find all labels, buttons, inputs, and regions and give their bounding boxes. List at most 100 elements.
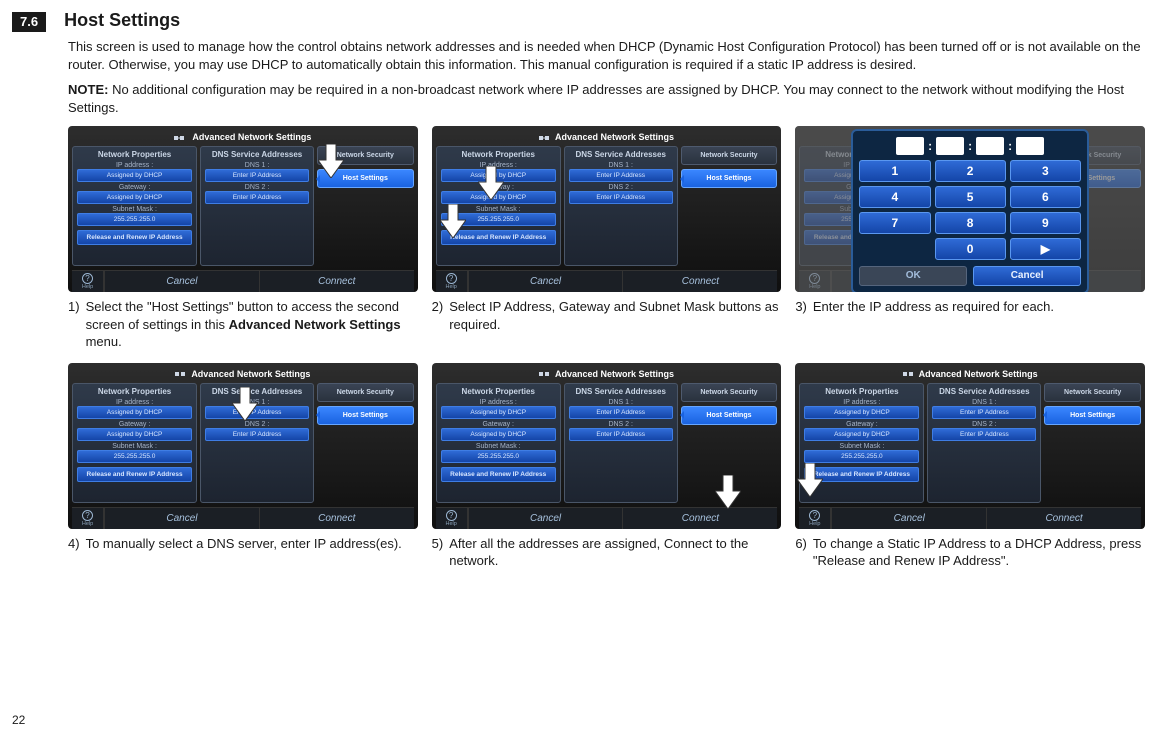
steps-grid: Advanced Network Settings Network Proper… <box>68 126 1145 570</box>
thumb-bottom-bar: ?Help Cancel Connect <box>72 270 414 292</box>
connect-button[interactable]: Connect <box>259 508 414 529</box>
key-4[interactable]: 4 <box>859 186 930 208</box>
release-renew-button[interactable]: Release and Renew IP Address <box>441 467 556 482</box>
connect-button[interactable]: Connect <box>622 508 777 529</box>
callout-arrow <box>440 204 466 238</box>
step-4: Advanced Network Settings Network Proper… <box>68 363 418 570</box>
gateway-field[interactable]: Assigned by DHCP <box>77 428 192 441</box>
key-9[interactable]: 9 <box>1010 212 1081 234</box>
callout-arrow <box>797 463 823 497</box>
thumb-5: Advanced Network Settings Network Proper… <box>432 363 782 529</box>
gateway-field[interactable]: Assigned by DHCP <box>77 191 192 204</box>
dns1-field[interactable]: Enter IP Address <box>569 406 673 419</box>
dns1-field[interactable]: Enter IP Address <box>569 169 673 182</box>
key-8[interactable]: 8 <box>935 212 1006 234</box>
caption-3: 3) Enter the IP address as required for … <box>795 298 1145 316</box>
step-6: Advanced Network Settings Network Proper… <box>795 363 1145 570</box>
cancel-button[interactable]: Cancel <box>831 508 986 529</box>
release-renew-button[interactable]: Release and Renew IP Address <box>77 467 192 482</box>
help-button[interactable]: ?Help <box>436 271 468 292</box>
subnet-field[interactable]: 255.255.255.0 <box>77 213 192 226</box>
label: Gateway : <box>77 184 192 191</box>
thumb-1: Advanced Network Settings Network Proper… <box>68 126 418 292</box>
label: IP address : <box>77 162 192 169</box>
key-5[interactable]: 5 <box>935 186 1006 208</box>
page-title: Host Settings <box>64 10 180 31</box>
thumb-title: Advanced Network Settings <box>72 132 414 142</box>
note-body: No additional configuration may be requi… <box>68 82 1124 115</box>
key-1[interactable]: 1 <box>859 160 930 182</box>
ip-octet-field[interactable] <box>976 137 1004 155</box>
panel-network-properties: Network Properties IP address : Assigned… <box>72 146 197 266</box>
connect-button[interactable]: Connect <box>259 271 414 292</box>
step-3: Advanced Network Settings Network Proper… <box>795 126 1145 351</box>
tab-host-settings[interactable]: Host Settings <box>317 406 414 425</box>
key-0[interactable]: 0 <box>935 238 1006 260</box>
tab-network-security[interactable]: Network Security <box>681 146 778 165</box>
caption-6: 6) To change a Static IP Address to a DH… <box>795 535 1145 570</box>
caption-4: 4) To manually select a DNS server, ente… <box>68 535 418 553</box>
gateway-field[interactable]: Assigned by DHCP <box>804 428 919 441</box>
dns2-field[interactable]: Enter IP Address <box>205 191 309 204</box>
callout-arrow <box>232 387 258 421</box>
callout-arrow <box>318 144 344 178</box>
help-button[interactable]: ?Help <box>799 508 831 529</box>
dns2-field[interactable]: Enter IP Address <box>932 428 1036 441</box>
ip-field[interactable]: Assigned by DHCP <box>441 406 556 419</box>
dns2-field[interactable]: Enter IP Address <box>569 191 673 204</box>
connect-button[interactable]: Connect <box>986 508 1141 529</box>
ip-field[interactable]: Assigned by DHCP <box>77 406 192 419</box>
ip-octet-field[interactable] <box>1016 137 1044 155</box>
note-text: NOTE: No additional configuration may be… <box>68 81 1145 116</box>
ip-field[interactable]: Assigned by DHCP <box>804 406 919 419</box>
help-button[interactable]: ?Help <box>436 508 468 529</box>
key-7[interactable]: 7 <box>859 212 930 234</box>
subnet-field[interactable]: 255.255.255.0 <box>441 450 556 463</box>
tab-host-settings[interactable]: Host Settings <box>681 406 778 425</box>
ip-octet-field[interactable] <box>936 137 964 155</box>
dns1-field[interactable]: Enter IP Address <box>205 169 309 182</box>
dns2-field[interactable]: Enter IP Address <box>569 428 673 441</box>
thumb-6: Advanced Network Settings Network Proper… <box>795 363 1145 529</box>
keypad-ok-button[interactable]: OK <box>859 266 967 286</box>
dns2-field[interactable]: Enter IP Address <box>205 428 309 441</box>
caption-1: 1) Select the "Host Settings" button to … <box>68 298 418 351</box>
keypad-cancel-button[interactable]: Cancel <box>973 266 1081 286</box>
subnet-field[interactable]: 255.255.255.0 <box>77 450 192 463</box>
thumb-4: Advanced Network Settings Network Proper… <box>68 363 418 529</box>
connect-button[interactable]: Connect <box>622 271 777 292</box>
caption-2: 2) Select IP Address, Gateway and Subnet… <box>432 298 782 333</box>
key-6[interactable]: 6 <box>1010 186 1081 208</box>
label: DNS 2 : <box>205 184 309 191</box>
panel-header: Network Properties <box>77 150 192 159</box>
gateway-field[interactable]: Assigned by DHCP <box>441 428 556 441</box>
help-button[interactable]: ?Help <box>72 508 104 529</box>
label: Subnet Mask : <box>77 206 192 213</box>
tab-network-security[interactable]: Network Security <box>1044 383 1141 402</box>
cancel-button[interactable]: Cancel <box>104 508 259 529</box>
tab-host-settings[interactable]: Host Settings <box>1044 406 1141 425</box>
dns1-field[interactable]: Enter IP Address <box>932 406 1036 419</box>
key-next[interactable]: ▶ <box>1010 238 1081 260</box>
cancel-button[interactable]: Cancel <box>104 271 259 292</box>
tab-network-security[interactable]: Network Security <box>681 383 778 402</box>
thumb-3: Advanced Network Settings Network Proper… <box>795 126 1145 292</box>
subnet-field[interactable]: 255.255.255.0 <box>804 450 919 463</box>
panel-dns: DNS Service Addresses DNS 1 : Enter IP A… <box>200 146 314 266</box>
help-button[interactable]: ?Help <box>72 271 104 292</box>
panel-header: DNS Service Addresses <box>205 150 309 159</box>
key-2[interactable]: 2 <box>935 160 1006 182</box>
cancel-button[interactable]: Cancel <box>468 508 623 529</box>
thumb-2: Advanced Network Settings Network Proper… <box>432 126 782 292</box>
key-3[interactable]: 3 <box>1010 160 1081 182</box>
cancel-button[interactable]: Cancel <box>468 271 623 292</box>
step-1: Advanced Network Settings Network Proper… <box>68 126 418 351</box>
release-renew-button[interactable]: Release and Renew IP Address <box>77 230 192 245</box>
tab-host-settings[interactable]: Host Settings <box>681 169 778 188</box>
note-label: NOTE: <box>68 82 108 97</box>
intro-text: This screen is used to manage how the co… <box>68 38 1145 73</box>
tab-network-security[interactable]: Network Security <box>317 383 414 402</box>
label: DNS 1 : <box>205 162 309 169</box>
ip-octet-field[interactable] <box>896 137 924 155</box>
ip-field[interactable]: Assigned by DHCP <box>77 169 192 182</box>
